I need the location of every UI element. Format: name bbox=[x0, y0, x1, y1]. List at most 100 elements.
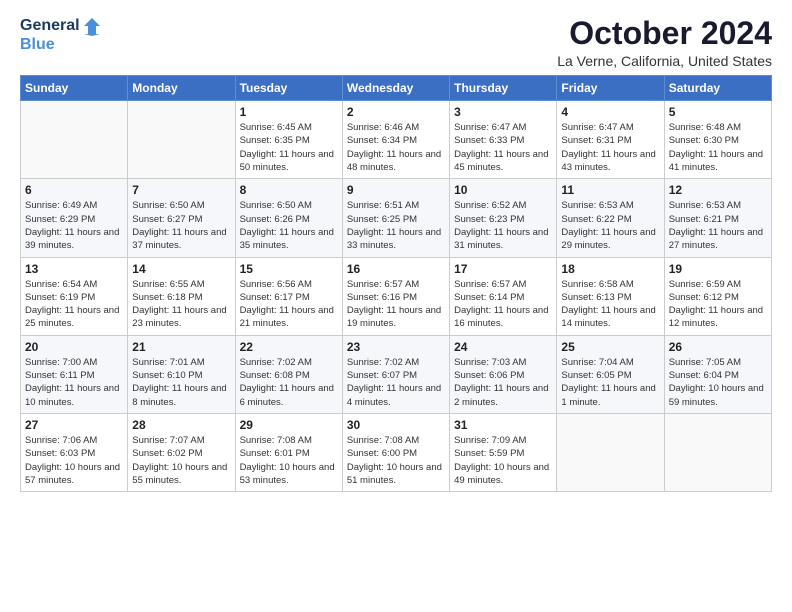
calendar-cell: 14 Sunrise: 6:55 AM Sunset: 6:18 PM Dayli… bbox=[128, 257, 235, 335]
day-info: Sunrise: 7:09 AM Sunset: 5:59 PM Dayligh… bbox=[454, 434, 552, 487]
calendar-cell: 17Sunrise: 6:57 AM Sunset: 6:14 PM Dayli… bbox=[450, 257, 557, 335]
day-info: Sunrise: 6:53 AM Sunset: 6:22 PM Dayligh… bbox=[561, 199, 659, 252]
day-info: Sunrise: 6:56 AM Sunset: 6:17 PM Dayligh… bbox=[240, 278, 338, 331]
day-info: Sunrise: 7:08 AM Sunset: 6:00 PM Dayligh… bbox=[347, 434, 445, 487]
week-row-2: 6 Sunrise: 6:49 AM Sunset: 6:29 PM Daylig… bbox=[21, 179, 772, 257]
day-number: 29 bbox=[240, 418, 338, 432]
day-number: 12 bbox=[669, 183, 767, 197]
logo-general: General bbox=[20, 17, 80, 35]
day-info: Sunrise: 6:48 AM Sunset: 6:30 PM Dayligh… bbox=[669, 121, 767, 174]
day-info: Sunrise: 6:57 AM Sunset: 6:14 PM Dayligh… bbox=[454, 278, 552, 331]
day-info: Sunrise: 7:05 AM Sunset: 6:04 PM Dayligh… bbox=[669, 356, 767, 409]
day-info: Sunrise: 7:00 AM Sunset: 6:11 PM Dayligh… bbox=[25, 356, 123, 409]
day-info: Sunrise: 6:58 AM Sunset: 6:13 PM Dayligh… bbox=[561, 278, 659, 331]
day-info: Sunrise: 7:06 AM Sunset: 6:03 PM Dayligh… bbox=[25, 434, 123, 487]
calendar-cell: 1 Sunrise: 6:45 AM Sunset: 6:35 PM Daylig… bbox=[235, 101, 342, 179]
day-info: Sunrise: 6:47 AM Sunset: 6:31 PM Dayligh… bbox=[561, 121, 659, 174]
day-info: Sunrise: 6:55 AM Sunset: 6:18 PM Dayligh… bbox=[132, 278, 230, 331]
calendar-cell: 7 Sunrise: 6:50 AM Sunset: 6:27 PM Daylig… bbox=[128, 179, 235, 257]
day-number: 6 bbox=[25, 183, 123, 197]
day-number: 9 bbox=[347, 183, 445, 197]
day-number: 15 bbox=[240, 262, 338, 276]
title-block: October 2024 La Verne, California, Unite… bbox=[557, 16, 772, 69]
day-number: 21 bbox=[132, 340, 230, 354]
day-info: Sunrise: 6:47 AM Sunset: 6:33 PM Dayligh… bbox=[454, 121, 552, 174]
day-number: 7 bbox=[132, 183, 230, 197]
col-tuesday: Tuesday bbox=[235, 76, 342, 101]
day-info: Sunrise: 6:46 AM Sunset: 6:34 PM Dayligh… bbox=[347, 121, 445, 174]
logo-arrow-icon bbox=[82, 16, 102, 36]
calendar-cell: 23 Sunrise: 7:02 AM Sunset: 6:07 PM Dayli… bbox=[342, 335, 449, 413]
day-number: 23 bbox=[347, 340, 445, 354]
day-number: 25 bbox=[561, 340, 659, 354]
day-number: 13 bbox=[25, 262, 123, 276]
day-info: Sunrise: 6:57 AM Sunset: 6:16 PM Dayligh… bbox=[347, 278, 445, 331]
calendar-cell: 27Sunrise: 7:06 AM Sunset: 6:03 PM Dayli… bbox=[21, 413, 128, 491]
calendar-cell: 20 Sunrise: 7:00 AM Sunset: 6:11 PM Dayli… bbox=[21, 335, 128, 413]
day-number: 4 bbox=[561, 105, 659, 119]
logo: General Blue bbox=[20, 16, 102, 54]
logo-blue: Blue bbox=[20, 36, 55, 54]
day-number: 10 bbox=[454, 183, 552, 197]
calendar-cell: 12 Sunrise: 6:53 AM Sunset: 6:21 PM Dayli… bbox=[664, 179, 771, 257]
subtitle: La Verne, California, United States bbox=[557, 53, 772, 69]
calendar-cell: 16 Sunrise: 6:57 AM Sunset: 6:16 PM Dayli… bbox=[342, 257, 449, 335]
calendar-cell: 11Sunrise: 6:53 AM Sunset: 6:22 PM Dayli… bbox=[557, 179, 664, 257]
calendar-cell: 18 Sunrise: 6:58 AM Sunset: 6:13 PM Dayli… bbox=[557, 257, 664, 335]
calendar-cell: 30Sunrise: 7:08 AM Sunset: 6:00 PM Dayli… bbox=[342, 413, 449, 491]
calendar-cell: 29 Sunrise: 7:08 AM Sunset: 6:01 PM Dayli… bbox=[235, 413, 342, 491]
week-row-4: 20 Sunrise: 7:00 AM Sunset: 6:11 PM Dayli… bbox=[21, 335, 772, 413]
page-container: General Blue October 2024 La Verne, Cali… bbox=[0, 0, 792, 502]
day-number: 1 bbox=[240, 105, 338, 119]
col-saturday: Saturday bbox=[664, 76, 771, 101]
day-number: 14 bbox=[132, 262, 230, 276]
calendar-cell bbox=[557, 413, 664, 491]
calendar-cell: 9Sunrise: 6:51 AM Sunset: 6:25 PM Daylig… bbox=[342, 179, 449, 257]
day-info: Sunrise: 6:50 AM Sunset: 6:27 PM Dayligh… bbox=[132, 199, 230, 252]
week-row-5: 27Sunrise: 7:06 AM Sunset: 6:03 PM Dayli… bbox=[21, 413, 772, 491]
col-wednesday: Wednesday bbox=[342, 76, 449, 101]
col-thursday: Thursday bbox=[450, 76, 557, 101]
calendar-cell: 5Sunrise: 6:48 AM Sunset: 6:30 PM Daylig… bbox=[664, 101, 771, 179]
calendar-cell: 13 Sunrise: 6:54 AM Sunset: 6:19 PM Dayli… bbox=[21, 257, 128, 335]
calendar-cell: 2Sunrise: 6:46 AM Sunset: 6:34 PM Daylig… bbox=[342, 101, 449, 179]
day-number: 8 bbox=[240, 183, 338, 197]
day-info: Sunrise: 7:02 AM Sunset: 6:07 PM Dayligh… bbox=[347, 356, 445, 409]
day-number: 31 bbox=[454, 418, 552, 432]
day-number: 3 bbox=[454, 105, 552, 119]
calendar-cell: 21 Sunrise: 7:01 AM Sunset: 6:10 PM Dayli… bbox=[128, 335, 235, 413]
day-info: Sunrise: 6:49 AM Sunset: 6:29 PM Dayligh… bbox=[25, 199, 123, 252]
calendar-cell: 28Sunrise: 7:07 AM Sunset: 6:02 PM Dayli… bbox=[128, 413, 235, 491]
day-number: 24 bbox=[454, 340, 552, 354]
calendar-cell: 26 Sunrise: 7:05 AM Sunset: 6:04 PM Dayli… bbox=[664, 335, 771, 413]
week-row-1: 1 Sunrise: 6:45 AM Sunset: 6:35 PM Daylig… bbox=[21, 101, 772, 179]
day-number: 16 bbox=[347, 262, 445, 276]
calendar-cell: 22Sunrise: 7:02 AM Sunset: 6:08 PM Dayli… bbox=[235, 335, 342, 413]
calendar-cell: 4 Sunrise: 6:47 AM Sunset: 6:31 PM Daylig… bbox=[557, 101, 664, 179]
day-number: 28 bbox=[132, 418, 230, 432]
calendar-cell: 10 Sunrise: 6:52 AM Sunset: 6:23 PM Dayli… bbox=[450, 179, 557, 257]
main-title: October 2024 bbox=[557, 16, 772, 51]
calendar-cell: 19Sunrise: 6:59 AM Sunset: 6:12 PM Dayli… bbox=[664, 257, 771, 335]
calendar-cell: 6 Sunrise: 6:49 AM Sunset: 6:29 PM Daylig… bbox=[21, 179, 128, 257]
day-info: Sunrise: 6:45 AM Sunset: 6:35 PM Dayligh… bbox=[240, 121, 338, 174]
day-info: Sunrise: 7:02 AM Sunset: 6:08 PM Dayligh… bbox=[240, 356, 338, 409]
day-info: Sunrise: 7:04 AM Sunset: 6:05 PM Dayligh… bbox=[561, 356, 659, 409]
day-info: Sunrise: 6:52 AM Sunset: 6:23 PM Dayligh… bbox=[454, 199, 552, 252]
day-number: 19 bbox=[669, 262, 767, 276]
day-info: Sunrise: 7:03 AM Sunset: 6:06 PM Dayligh… bbox=[454, 356, 552, 409]
col-friday: Friday bbox=[557, 76, 664, 101]
calendar-cell: 15 Sunrise: 6:56 AM Sunset: 6:17 PM Dayli… bbox=[235, 257, 342, 335]
day-number: 20 bbox=[25, 340, 123, 354]
day-info: Sunrise: 6:54 AM Sunset: 6:19 PM Dayligh… bbox=[25, 278, 123, 331]
calendar-table: Sunday Monday Tuesday Wednesday Thursday… bbox=[20, 75, 772, 492]
day-number: 18 bbox=[561, 262, 659, 276]
header: General Blue October 2024 La Verne, Cali… bbox=[20, 16, 772, 69]
day-info: Sunrise: 6:53 AM Sunset: 6:21 PM Dayligh… bbox=[669, 199, 767, 252]
day-info: Sunrise: 7:08 AM Sunset: 6:01 PM Dayligh… bbox=[240, 434, 338, 487]
day-number: 26 bbox=[669, 340, 767, 354]
day-info: Sunrise: 7:01 AM Sunset: 6:10 PM Dayligh… bbox=[132, 356, 230, 409]
calendar-cell bbox=[128, 101, 235, 179]
header-row: Sunday Monday Tuesday Wednesday Thursday… bbox=[21, 76, 772, 101]
calendar-cell: 24 Sunrise: 7:03 AM Sunset: 6:06 PM Dayli… bbox=[450, 335, 557, 413]
